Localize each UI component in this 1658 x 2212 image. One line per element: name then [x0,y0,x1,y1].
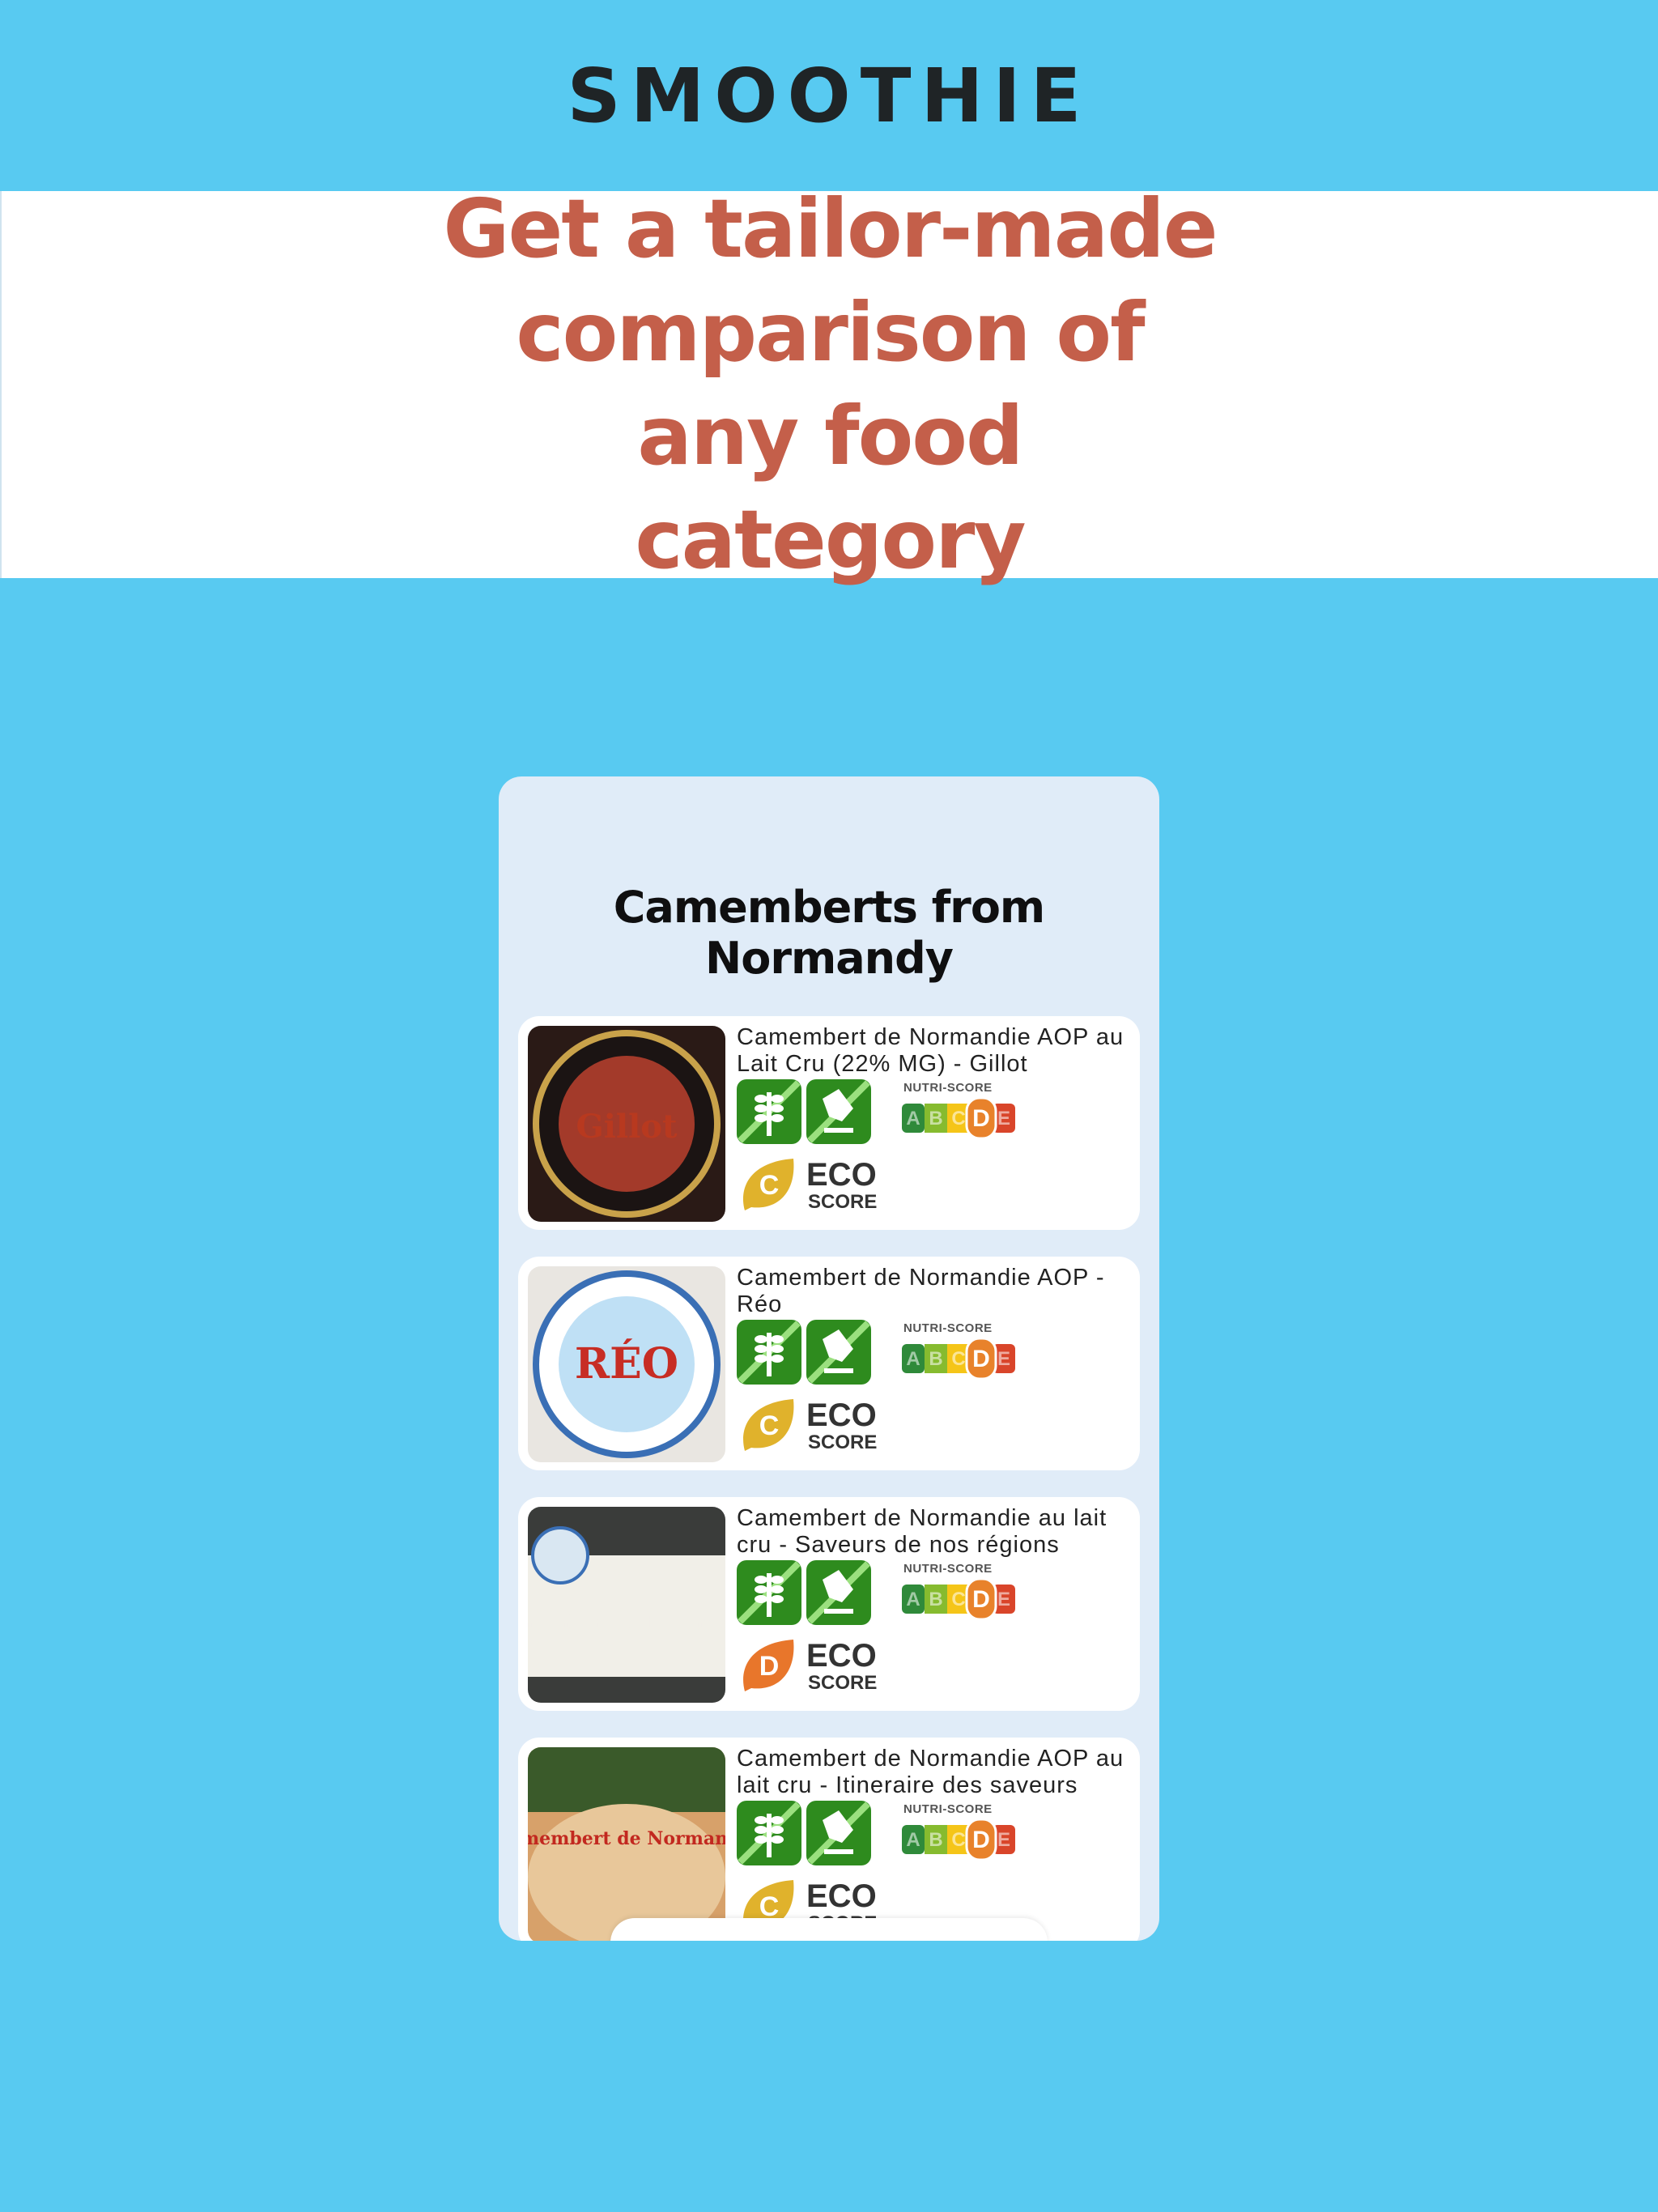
product-card[interactable]: Camembert de Normandie Camembert de Norma… [518,1738,1140,1941]
product-name: Camembert de Normandie AOP au Lait Cru (… [737,1024,1124,1077]
eco-score-word: ECO [806,1397,877,1433]
wheat-icon [737,1320,801,1385]
nutri-score-letter: B [929,1348,942,1370]
product-card[interactable]: Gillot Camembert de Normandie AOP au Lait… [518,1016,1140,1230]
product-card[interactable]: Camembert de Normandie Camembert de Norma… [518,1497,1140,1711]
nutri-score-letter: D [972,1346,990,1372]
product-image-text: Camembert de Normandie [528,1612,725,1633]
nutri-score-label: NUTRI-SCORE [903,1081,993,1095]
nutri-score-badge: ABCDE [900,1818,1015,1861]
nutri-score-badge: ABCDE [900,1337,1015,1380]
nutri-score-letter: B [929,1829,942,1851]
eco-score-badge: D ECO SCORE [737,1635,882,1696]
hero-title: Get a tailor-made comparison of any food… [443,181,1218,587]
eco-score-word: ECO [806,1638,877,1674]
eco-score-grade: D [759,1651,780,1682]
product-image[interactable]: Camembert de Normandie [528,1507,725,1703]
nutri-score-letter: A [906,1829,920,1851]
product-image-text: Camembert de Normandie [528,1828,725,1849]
product-card[interactable]: RÉO Camembert de Normandie AOP - Réo NUTRI… [518,1257,1140,1470]
wheat-icon [737,1079,801,1144]
nutri-score-letter: E [997,1348,1010,1370]
processing-icon [806,1560,871,1625]
nutri-score-label: NUTRI-SCORE [903,1321,993,1335]
eco-score-subword: SCORE [808,1191,878,1213]
product-image[interactable]: Camembert de Normandie [528,1747,725,1941]
nutri-score-letter: D [972,1586,990,1613]
product-image-text: Gillot [576,1108,678,1146]
nutri-score-letter: E [997,1589,1010,1610]
eco-score-badge: C ECOSCORE [737,1394,882,1456]
nutri-score-letter: E [997,1108,1010,1129]
nutri-score-letter: B [929,1589,942,1610]
nutri-score-letter: C [951,1108,965,1129]
eco-score-grade: C [759,1410,780,1441]
nutri-score-letter: A [906,1108,920,1129]
hero-banner: Get a tailor-made comparison of any food… [0,181,1658,587]
eco-score-subword: SCORE [808,1431,878,1453]
bottom-bar[interactable] [610,1918,1048,1941]
product-name: Camembert de Normandie AOP au lait cru -… [737,1746,1124,1798]
nutri-score-letter: C [951,1829,965,1851]
eco-score-word: ECO [806,1157,877,1193]
category-title: Camemberts from Normandy [613,882,1045,984]
nutri-score-letter: A [906,1589,920,1610]
eco-score-grade: C [759,1170,780,1201]
nutri-score-label: NUTRI-SCORE [903,1802,993,1816]
phone-preview: Camemberts from Normandy Gillot Camembert… [499,776,1159,1941]
processing-icon [806,1320,871,1385]
top-bar: SMOOTHIE [0,0,1658,191]
product-image[interactable]: RÉO [528,1266,725,1462]
eco-score-word: ECO [806,1878,877,1914]
nutri-score-letter: D [972,1827,990,1853]
brand-logo: SMOOTHIE [567,52,1091,139]
processing-icon [806,1801,871,1865]
nutri-score-label: NUTRI-SCORE [903,1562,993,1576]
nutri-score-letter: C [951,1348,965,1370]
processing-icon [806,1079,871,1144]
nutri-score-letter: E [997,1829,1010,1851]
wheat-icon [737,1801,801,1865]
nutri-score-badge: ABCDE [900,1096,1015,1140]
product-image-text: RÉO [575,1338,678,1389]
nutri-score-letter: C [951,1589,965,1610]
product-image[interactable]: Gillot [528,1026,725,1222]
nutri-score-letter: A [906,1348,920,1370]
eco-score-badge: C ECOSCORE [737,1154,882,1215]
product-name: Camembert de Normandie AOP - Réo [737,1265,1105,1317]
nutri-score-letter: D [972,1105,990,1132]
wheat-icon [737,1560,801,1625]
nutri-score-letter: B [929,1108,942,1129]
eco-score-subword: SCORE [808,1672,878,1694]
product-name: Camembert de Normandie au lait cru - Sav… [737,1505,1107,1558]
nutri-score-badge: ABCDE [900,1577,1015,1621]
